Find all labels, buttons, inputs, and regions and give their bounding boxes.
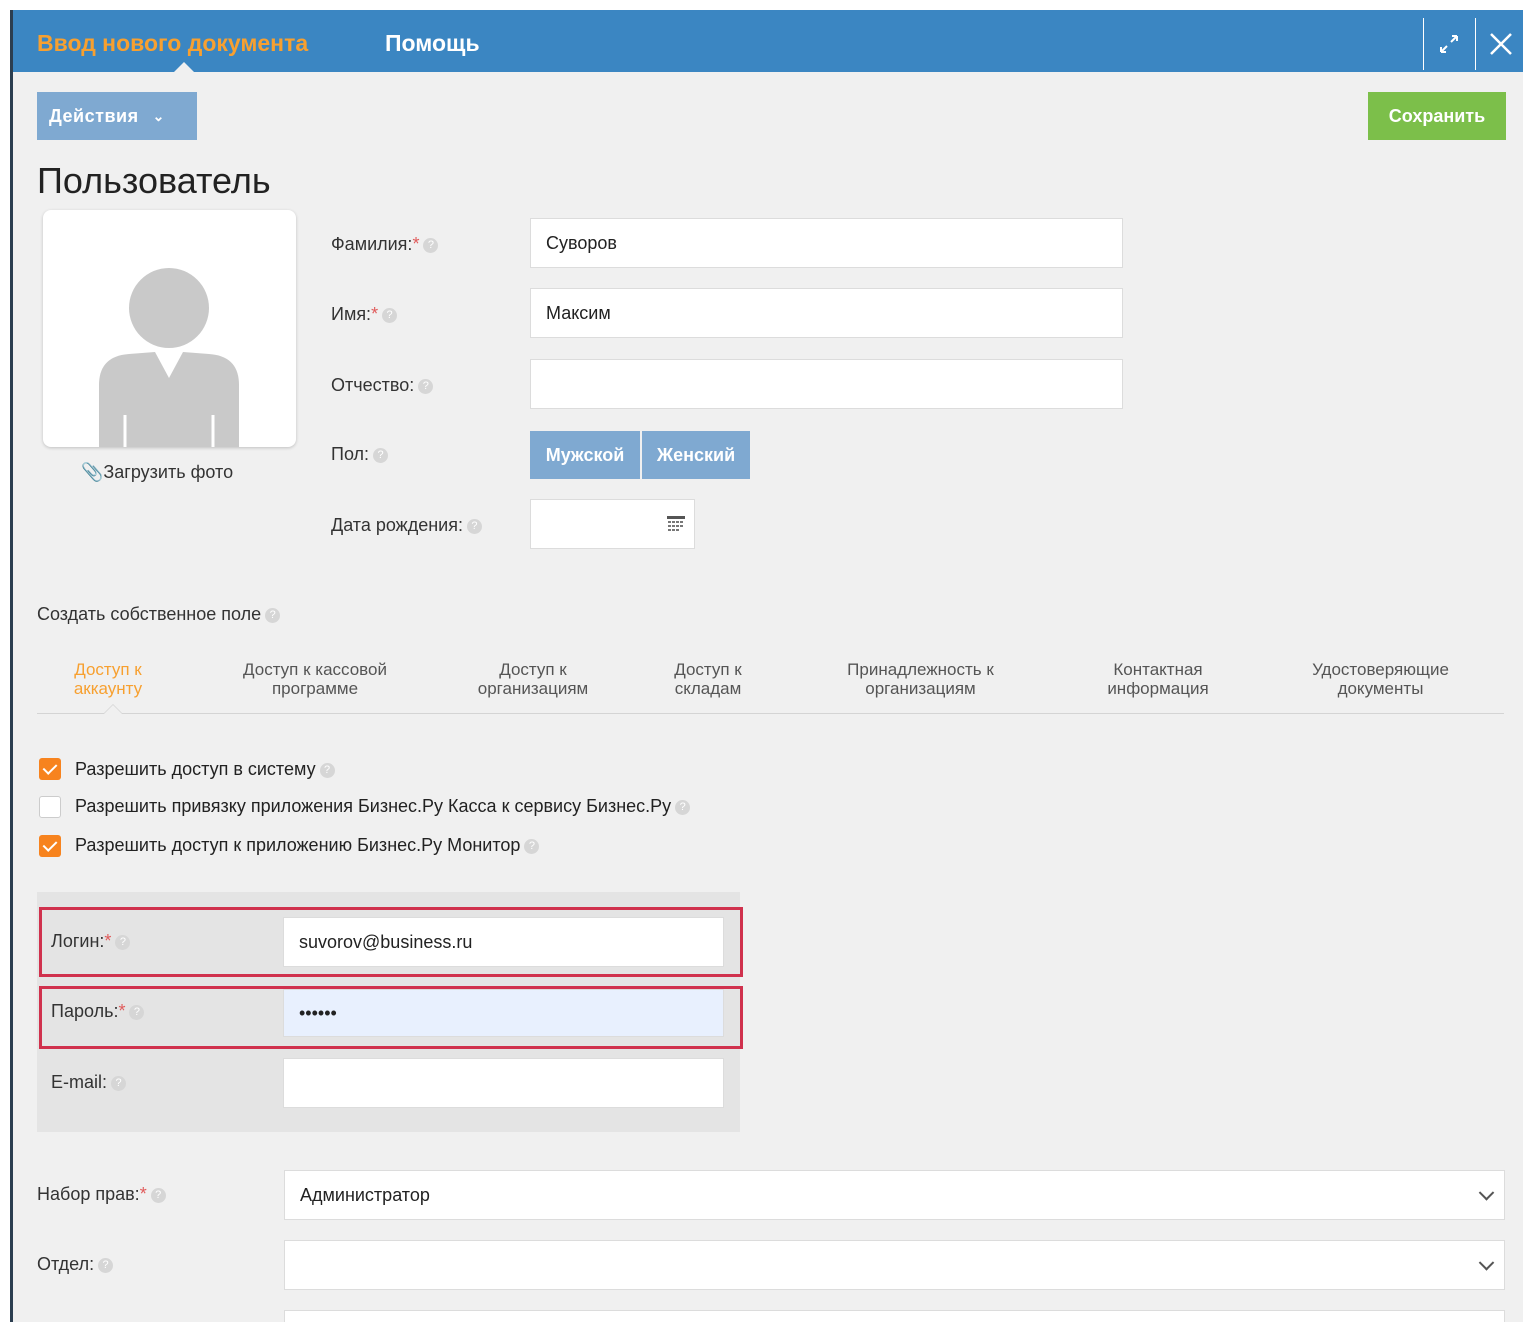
help-icon[interactable]: ?: [319, 762, 335, 778]
password-label: Пароль:*?: [51, 1001, 145, 1022]
name-field[interactable]: Максим: [530, 288, 1123, 338]
chevron-down-icon: ⌄: [152, 107, 165, 124]
birthdate-label: Дата рождения:?: [331, 515, 482, 536]
expand-icon: [1440, 35, 1458, 53]
help-icon[interactable]: ?: [373, 447, 389, 463]
rights-value: Администратор: [300, 1184, 430, 1205]
email-field[interactable]: [283, 1058, 724, 1108]
tab-organization-membership[interactable]: Принадлежность к организациям: [818, 660, 1023, 698]
upload-photo-link[interactable]: 📎Загрузить фото: [81, 462, 233, 483]
checkbox-label: Разрешить доступ в систему?: [75, 759, 335, 780]
tab-organizations-access[interactable]: Доступ к организациям: [453, 660, 613, 698]
gender-label: Пол:?: [331, 444, 389, 465]
department-label: Отдел:?: [37, 1254, 114, 1275]
window-header: Ввод нового документа Помощь: [13, 10, 1523, 73]
help-icon[interactable]: ?: [111, 1075, 127, 1091]
password-field[interactable]: ••••••: [283, 989, 724, 1037]
surname-field[interactable]: Суворов: [530, 218, 1123, 268]
patronymic-label: Отчество:?: [331, 375, 434, 396]
avatar-placeholder[interactable]: [43, 210, 296, 447]
help-icon[interactable]: ?: [98, 1257, 114, 1273]
tabs-divider: [37, 713, 1504, 714]
actions-label: Действия: [49, 105, 139, 126]
close-button[interactable]: [1475, 18, 1523, 70]
checkbox-allow-monitor-access[interactable]: [39, 835, 61, 857]
checkbox-label: Разрешить привязку приложения Бизнес.Ру …: [75, 796, 691, 817]
surname-label: Фамилия:*?: [331, 234, 439, 255]
name-label: Имя:*?: [331, 304, 398, 325]
help-icon[interactable]: ?: [675, 799, 691, 815]
help-icon[interactable]: ?: [382, 307, 398, 323]
gender-female-button[interactable]: Женский: [642, 431, 750, 479]
actions-dropdown-button[interactable]: Действия ⌄: [37, 92, 197, 140]
tab-cash-program-access[interactable]: Доступ к кассовой программе: [215, 660, 415, 698]
help-icon[interactable]: ?: [265, 607, 281, 623]
birthdate-field[interactable]: [530, 499, 695, 549]
tab-account-access[interactable]: Доступ к аккаунту: [63, 660, 153, 698]
active-tab-pointer: [173, 62, 195, 73]
close-icon: [1490, 33, 1512, 55]
login-field[interactable]: suvorov@business.ru: [283, 917, 724, 967]
active-subtab-pointer: [103, 704, 123, 714]
user-silhouette-icon: [99, 268, 239, 447]
tab-warehouses-access[interactable]: Доступ к складам: [658, 660, 758, 698]
checkbox-label: Разрешить доступ к приложению Бизнес.Ру …: [75, 835, 540, 856]
upload-photo-label: Загрузить фото: [103, 462, 234, 482]
help-icon[interactable]: ?: [466, 518, 482, 534]
rights-select[interactable]: Администратор: [284, 1170, 1505, 1220]
paperclip-icon: 📎: [81, 462, 104, 482]
tab-new-document[interactable]: Ввод нового документа: [37, 30, 308, 57]
help-icon[interactable]: ?: [423, 237, 439, 253]
chevron-down-icon: [1478, 1255, 1495, 1271]
expand-button[interactable]: [1423, 18, 1474, 70]
help-icon[interactable]: ?: [524, 838, 540, 854]
document-window: Ввод нового документа Помощь Действия ⌄ …: [10, 10, 1523, 1322]
rights-label: Набор прав:*?: [37, 1184, 166, 1205]
help-icon[interactable]: ?: [150, 1187, 166, 1203]
gender-male-button[interactable]: Мужской: [530, 431, 640, 479]
help-icon[interactable]: ?: [418, 378, 434, 394]
checkbox-allow-system-access[interactable]: [39, 758, 61, 780]
chevron-down-icon: [1478, 1185, 1495, 1201]
email-label: E-mail:?: [51, 1072, 127, 1093]
page-title: Пользователь: [37, 160, 271, 201]
calendar-icon[interactable]: [666, 515, 686, 533]
checkbox-allow-kassa-binding[interactable]: [39, 796, 61, 818]
save-button[interactable]: Сохранить: [1368, 92, 1506, 140]
login-label: Логин:*?: [51, 931, 131, 952]
tab-id-documents[interactable]: Удостоверяющие документы: [1288, 660, 1473, 698]
patronymic-field[interactable]: [530, 359, 1123, 409]
next-field-partial[interactable]: [284, 1310, 1505, 1322]
create-custom-field-link[interactable]: Создать собственное поле?: [37, 604, 281, 625]
tab-contact-info[interactable]: Контактная информация: [1088, 660, 1228, 698]
help-icon[interactable]: ?: [129, 1004, 145, 1020]
tab-help[interactable]: Помощь: [385, 30, 480, 57]
help-icon[interactable]: ?: [115, 934, 131, 950]
department-select[interactable]: [284, 1240, 1505, 1290]
